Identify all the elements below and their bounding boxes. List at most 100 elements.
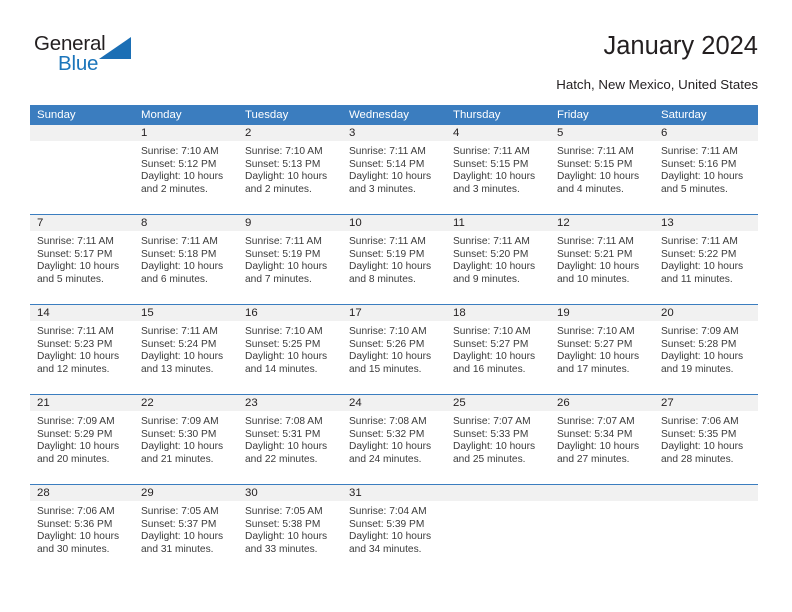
sunset-text: Sunset: 5:33 PM <box>453 428 529 440</box>
calendar-day-cell[interactable]: 17 Sunrise: 7:10 AM Sunset: 5:26 PM Dayligh… <box>342 304 446 395</box>
calendar-day-cell[interactable]: 14 Sunrise: 7:11 AM Sunset: 5:23 PM Dayligh… <box>30 304 134 395</box>
daylight-text-line2: and 14 minutes. <box>245 363 318 375</box>
calendar-day-cell[interactable]: 18 Sunrise: 7:10 AM Sunset: 5:27 PM Dayligh… <box>446 304 550 395</box>
calendar-day-cell[interactable]: 24 Sunrise: 7:08 AM Sunset: 5:32 PM Dayligh… <box>342 394 446 485</box>
daylight-text-line2: and 15 minutes. <box>349 363 422 375</box>
day-number: 10 <box>342 215 446 231</box>
day-number: 24 <box>342 395 446 411</box>
daylight-text-line2: and 28 minutes. <box>661 453 734 465</box>
daylight-text-line2: and 16 minutes. <box>453 363 526 375</box>
day-number: 9 <box>238 215 342 231</box>
general-blue-logo[interactable]: General Blue <box>34 32 154 80</box>
daylight-text-line1: Daylight: 10 hours <box>453 171 536 183</box>
day-details: Sunrise: 7:11 AM Sunset: 5:20 PM Daylight:… <box>446 231 550 286</box>
day-details: Sunrise: 7:07 AM Sunset: 5:34 PM Daylight:… <box>550 411 654 466</box>
calendar-day-cell[interactable]: 22 Sunrise: 7:09 AM Sunset: 5:30 PM Dayligh… <box>134 394 238 485</box>
day-details: Sunrise: 7:11 AM Sunset: 5:15 PM Daylight:… <box>446 141 550 196</box>
day-number: 6 <box>654 125 758 141</box>
day-number: 17 <box>342 305 446 321</box>
sunset-text: Sunset: 5:22 PM <box>661 248 737 260</box>
daylight-text-line2: and 22 minutes. <box>245 453 318 465</box>
sunset-text: Sunset: 5:18 PM <box>141 248 217 260</box>
calendar-day-cell[interactable]: 4 Sunrise: 7:11 AM Sunset: 5:15 PM Daylight… <box>446 125 550 215</box>
sunset-text: Sunset: 5:13 PM <box>245 158 321 170</box>
calendar-day-cell[interactable]: 23 Sunrise: 7:08 AM Sunset: 5:31 PM Dayligh… <box>238 394 342 485</box>
day-details: Sunrise: 7:11 AM Sunset: 5:24 PM Daylight:… <box>134 321 238 376</box>
calendar-day-cell[interactable]: 20 Sunrise: 7:09 AM Sunset: 5:28 PM Dayligh… <box>654 304 758 395</box>
daylight-text-line2: and 3 minutes. <box>453 183 520 195</box>
daylight-text-line1: Daylight: 10 hours <box>453 261 536 273</box>
daylight-text-line1: Daylight: 10 hours <box>661 171 744 183</box>
weekday-header-monday: Monday <box>134 105 238 125</box>
daylight-text-line1: Daylight: 10 hours <box>37 441 120 453</box>
calendar-day-cell[interactable]: 9 Sunrise: 7:11 AM Sunset: 5:19 PM Daylight… <box>238 214 342 305</box>
calendar-day-cell[interactable]: 25 Sunrise: 7:07 AM Sunset: 5:33 PM Dayligh… <box>446 394 550 485</box>
calendar-body: 1 Sunrise: 7:10 AM Sunset: 5:12 PM Daylight… <box>30 125 758 574</box>
calendar-day-cell[interactable]: 21 Sunrise: 7:09 AM Sunset: 5:29 PM Dayligh… <box>30 394 134 485</box>
calendar-day-cell[interactable]: 29 Sunrise: 7:05 AM Sunset: 5:37 PM Dayligh… <box>134 484 238 574</box>
weekday-header-sunday: Sunday <box>30 105 134 125</box>
calendar-day-cell[interactable]: 5 Sunrise: 7:11 AM Sunset: 5:15 PM Daylight… <box>550 125 654 215</box>
day-number: 18 <box>446 305 550 321</box>
daylight-text-line1: Daylight: 10 hours <box>141 171 224 183</box>
daylight-text-line2: and 33 minutes. <box>245 543 318 555</box>
calendar-day-cell[interactable]: 31 Sunrise: 7:04 AM Sunset: 5:39 PM Dayligh… <box>342 484 446 574</box>
day-number <box>550 485 654 501</box>
calendar-day-cell[interactable]: 13 Sunrise: 7:11 AM Sunset: 5:22 PM Dayligh… <box>654 214 758 305</box>
sunset-text: Sunset: 5:26 PM <box>349 338 425 350</box>
day-number: 5 <box>550 125 654 141</box>
calendar-day-cell[interactable]: 15 Sunrise: 7:11 AM Sunset: 5:24 PM Dayligh… <box>134 304 238 395</box>
calendar-day-cell[interactable]: 16 Sunrise: 7:10 AM Sunset: 5:25 PM Dayligh… <box>238 304 342 395</box>
day-number: 31 <box>342 485 446 501</box>
calendar-day-cell[interactable]: 1 Sunrise: 7:10 AM Sunset: 5:12 PM Daylight… <box>134 125 238 215</box>
daylight-text-line1: Daylight: 10 hours <box>141 351 224 363</box>
calendar-day-cell[interactable]: 6 Sunrise: 7:11 AM Sunset: 5:16 PM Daylight… <box>654 125 758 215</box>
day-number: 1 <box>134 125 238 141</box>
calendar-day-cell[interactable]: 2 Sunrise: 7:10 AM Sunset: 5:13 PM Daylight… <box>238 125 342 215</box>
daylight-text-line2: and 5 minutes. <box>661 183 728 195</box>
calendar-day-cell[interactable]: 3 Sunrise: 7:11 AM Sunset: 5:14 PM Daylight… <box>342 125 446 215</box>
daylight-text-line1: Daylight: 10 hours <box>37 261 120 273</box>
calendar-day-cell[interactable]: 7 Sunrise: 7:11 AM Sunset: 5:17 PM Daylight… <box>30 214 134 305</box>
calendar-day-cell[interactable]: 30 Sunrise: 7:05 AM Sunset: 5:38 PM Dayligh… <box>238 484 342 574</box>
calendar-day-cell[interactable]: 26 Sunrise: 7:07 AM Sunset: 5:34 PM Dayligh… <box>550 394 654 485</box>
sunset-text: Sunset: 5:32 PM <box>349 428 425 440</box>
sunrise-text: Sunrise: 7:09 AM <box>37 416 115 427</box>
sunrise-text: Sunrise: 7:07 AM <box>453 416 531 427</box>
sunrise-text: Sunrise: 7:11 AM <box>557 146 634 157</box>
sunrise-text: Sunrise: 7:11 AM <box>245 236 322 247</box>
calendar-week-row: 1 Sunrise: 7:10 AM Sunset: 5:12 PM Daylight… <box>30 125 758 215</box>
calendar-day-cell[interactable]: 12 Sunrise: 7:11 AM Sunset: 5:21 PM Dayligh… <box>550 214 654 305</box>
calendar-header-row: Sunday Monday Tuesday Wednesday Thursday… <box>30 105 758 125</box>
day-number: 2 <box>238 125 342 141</box>
sunrise-text: Sunrise: 7:10 AM <box>349 326 427 337</box>
daylight-text-line2: and 20 minutes. <box>37 453 110 465</box>
daylight-text-line2: and 13 minutes. <box>141 363 214 375</box>
calendar-day-cell[interactable]: 19 Sunrise: 7:10 AM Sunset: 5:27 PM Dayligh… <box>550 304 654 395</box>
daylight-text-line2: and 17 minutes. <box>557 363 630 375</box>
daylight-text-line1: Daylight: 10 hours <box>245 261 328 273</box>
calendar-day-cell[interactable]: 8 Sunrise: 7:11 AM Sunset: 5:18 PM Daylight… <box>134 214 238 305</box>
day-number: 19 <box>550 305 654 321</box>
calendar-day-cell[interactable]: 10 Sunrise: 7:11 AM Sunset: 5:19 PM Dayligh… <box>342 214 446 305</box>
page-subtitle: Hatch, New Mexico, United States <box>556 77 758 92</box>
calendar-empty-cell <box>550 484 654 574</box>
daylight-text-line1: Daylight: 10 hours <box>661 261 744 273</box>
daylight-text-line2: and 31 minutes. <box>141 543 214 555</box>
calendar-day-cell[interactable]: 11 Sunrise: 7:11 AM Sunset: 5:20 PM Dayligh… <box>446 214 550 305</box>
day-details: Sunrise: 7:11 AM Sunset: 5:19 PM Daylight:… <box>342 231 446 286</box>
calendar-day-cell[interactable]: 27 Sunrise: 7:06 AM Sunset: 5:35 PM Dayligh… <box>654 394 758 485</box>
daylight-text-line2: and 34 minutes. <box>349 543 422 555</box>
daylight-text-line2: and 19 minutes. <box>661 363 734 375</box>
day-details: Sunrise: 7:06 AM Sunset: 5:36 PM Daylight:… <box>30 501 134 556</box>
daylight-text-line1: Daylight: 10 hours <box>349 171 432 183</box>
calendar-day-cell[interactable]: 28 Sunrise: 7:06 AM Sunset: 5:36 PM Dayligh… <box>30 484 134 574</box>
sunset-text: Sunset: 5:14 PM <box>349 158 425 170</box>
day-number: 20 <box>654 305 758 321</box>
daylight-text-line2: and 9 minutes. <box>453 273 520 285</box>
daylight-text-line1: Daylight: 10 hours <box>557 171 640 183</box>
sunrise-text: Sunrise: 7:07 AM <box>557 416 635 427</box>
daylight-text-line2: and 25 minutes. <box>453 453 526 465</box>
sunset-text: Sunset: 5:27 PM <box>453 338 529 350</box>
sunrise-text: Sunrise: 7:11 AM <box>661 146 738 157</box>
